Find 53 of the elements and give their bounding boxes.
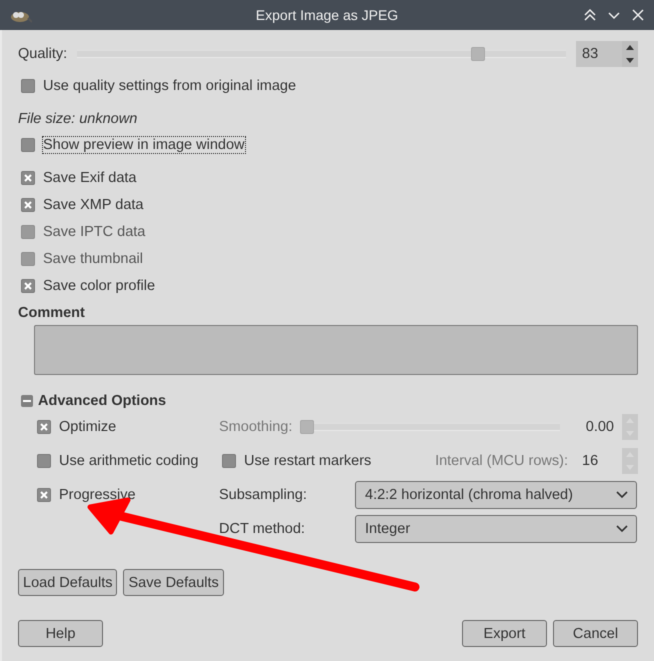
window-title: Export Image as JPEG [256,7,398,23]
checkbox-label: Save XMP data [43,196,144,212]
checkbox-label: Progressive [59,487,136,503]
app-icon [8,9,32,23]
cross-mark-icon [24,282,32,290]
checkbox[interactable] [21,198,35,212]
cross-mark-icon [40,423,48,431]
collapse-icon[interactable] [21,395,33,407]
help-button[interactable]: Help [18,620,103,647]
cross-mark-icon [24,200,32,208]
checkbox[interactable] [21,170,35,184]
chevron-down-icon [616,491,628,499]
checkbox-label: Optimize [59,419,116,435]
cross-mark-icon [24,174,32,182]
checkbox-label: Save thumbnail [43,250,143,266]
keep-above-icon[interactable] [582,7,598,23]
slider[interactable] [77,47,566,61]
cross-mark-icon [40,491,48,499]
smoothing-label: Smoothing: [219,419,292,435]
checkbox-label: Save color profile [43,278,156,294]
up-arrow-icon [626,45,634,50]
section-heading: Comment [18,305,86,321]
defaults-button[interactable]: Save Defaults [123,569,224,596]
checkbox[interactable] [21,278,35,292]
close-icon[interactable] [630,7,646,23]
checkbox[interactable] [222,454,236,468]
checkbox-label: Use quality settings from original image [43,78,296,94]
checkbox[interactable] [37,488,51,502]
subsampling-label: Subsampling: [219,487,308,503]
checkbox[interactable] [21,138,35,152]
comment-field[interactable] [34,325,638,375]
dropdown[interactable]: Integer [355,515,637,543]
checkbox-label: Show preview in image window [43,136,244,152]
checkbox[interactable] [37,420,51,434]
spin-field[interactable]: 83 [576,41,638,67]
slider[interactable] [300,420,560,434]
file-size-text: File size: unknown [18,111,138,129]
section-heading: Advanced Options [38,393,166,409]
down-arrow-icon [626,58,634,63]
interval-label: Interval (MCU rows): [435,453,568,469]
checkbox[interactable] [37,454,51,468]
dct-method-label: DCT method: [219,521,306,537]
checkbox-label: Use arithmetic coding [59,453,198,469]
checkbox-label: Use restart markers [244,453,372,469]
checkbox[interactable] [21,78,35,92]
dropdown[interactable]: 4:2:2 horizontal (chroma halved) [355,481,637,509]
defaults-button[interactable]: Load Defaults [18,569,118,596]
dialog-button[interactable]: Export [462,620,547,647]
quality-label: Quality: [18,46,68,62]
dialog-button[interactable]: Cancel [553,620,638,647]
checkbox-label: Save Exif data [43,170,136,186]
checkbox-label: Save IPTC data [43,224,146,240]
chevron-down-icon [616,525,628,533]
